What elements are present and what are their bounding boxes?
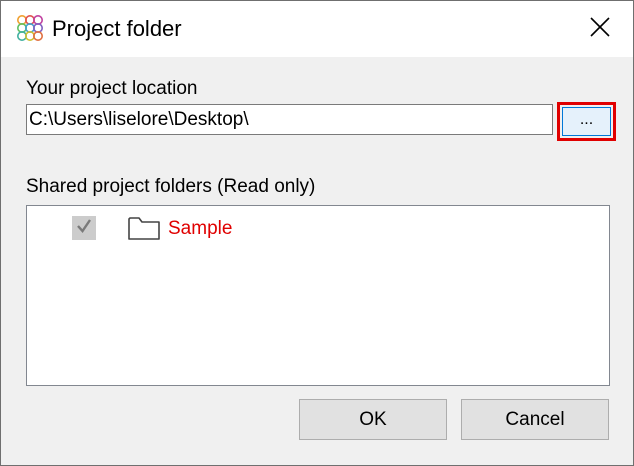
browse-button[interactable]: ... — [562, 107, 611, 136]
cancel-button[interactable]: Cancel — [461, 399, 609, 440]
folder-name: Sample — [168, 218, 233, 239]
close-icon — [589, 16, 611, 43]
shared-folders-label: Shared project folders (Read only) — [26, 176, 316, 197]
window-title: Project folder — [52, 16, 182, 41]
list-item[interactable]: Sample — [27, 212, 609, 242]
project-folder-dialog: Project folder Your project location C:\… — [0, 0, 634, 466]
checkmark-icon — [75, 217, 93, 240]
title-bar: Project folder — [1, 1, 633, 57]
project-location-input[interactable]: C:\Users\liselore\Desktop\ — [26, 104, 553, 135]
project-location-label: Your project location — [26, 78, 198, 99]
rings-logo-icon — [15, 13, 45, 43]
folder-icon — [127, 214, 161, 242]
dialog-body: Your project location C:\Users\liselore\… — [1, 57, 633, 465]
folder-checkbox — [72, 216, 96, 240]
ok-button[interactable]: OK — [299, 399, 447, 440]
shared-folders-list[interactable]: Sample — [26, 205, 610, 386]
close-button[interactable] — [575, 9, 625, 49]
